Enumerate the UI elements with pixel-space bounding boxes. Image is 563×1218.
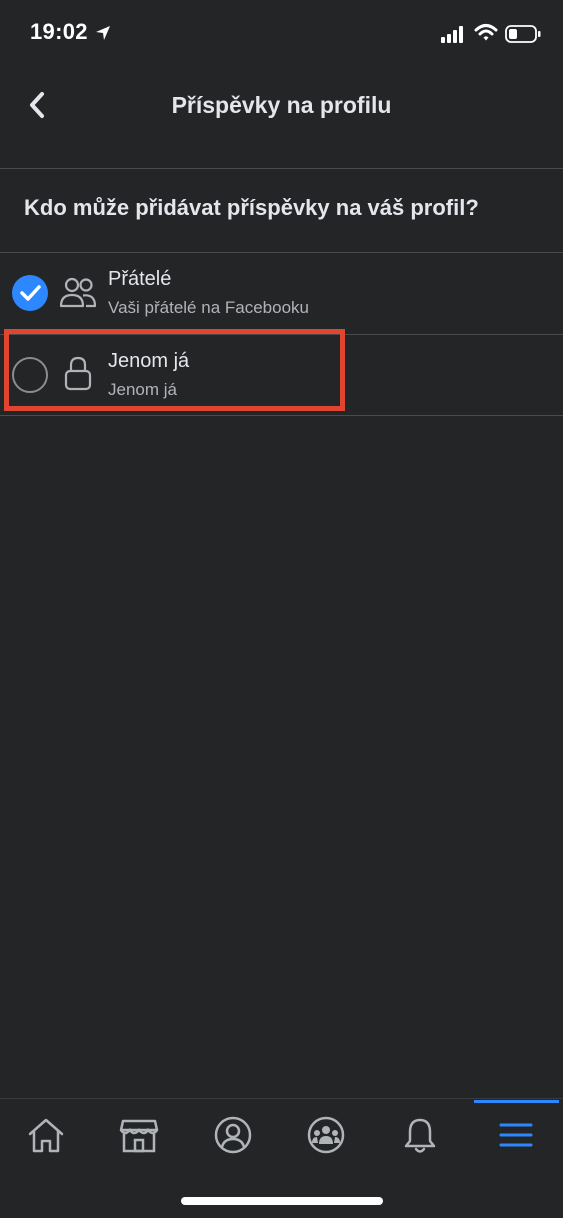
- divider: [0, 168, 563, 169]
- active-tab-indicator: [474, 1100, 559, 1103]
- tab-profile[interactable]: [187, 1099, 280, 1171]
- home-indicator: [181, 1197, 383, 1205]
- highlight-box: [4, 329, 345, 411]
- friends-icon: [59, 277, 97, 308]
- status-time: 19:02: [30, 19, 88, 44]
- profile-icon: [214, 1116, 252, 1154]
- marketplace-icon: [119, 1119, 159, 1153]
- radio-checked[interactable]: [12, 275, 48, 311]
- groups-icon: [307, 1116, 345, 1154]
- tab-home[interactable]: [0, 1099, 93, 1171]
- option-friends[interactable]: Přátelé Vaši přátelé na Facebooku: [0, 253, 563, 333]
- status-bar: 19:02: [0, 0, 563, 70]
- option-title: Přátelé: [108, 268, 172, 290]
- tab-marketplace[interactable]: [93, 1099, 186, 1171]
- checkmark-icon: [20, 285, 41, 301]
- tab-menu[interactable]: [470, 1099, 563, 1171]
- tab-groups[interactable]: [280, 1099, 373, 1171]
- location-arrow-icon: [96, 26, 110, 40]
- cellular-signal-icon: [441, 26, 463, 43]
- bell-icon: [404, 1118, 436, 1153]
- option-subtitle: Vaši přátelé na Facebooku: [108, 298, 309, 317]
- home-icon: [28, 1118, 64, 1153]
- wifi-icon: [474, 24, 498, 41]
- question-heading: Kdo může přidávat příspěvky na váš profi…: [24, 195, 479, 220]
- battery-icon: [505, 25, 541, 43]
- screen: 19:02 Příspěvky na profilu Kdo může přid…: [0, 0, 563, 1218]
- page-title: Příspěvky na profilu: [171, 92, 392, 118]
- menu-icon: [499, 1123, 533, 1147]
- divider: [0, 415, 563, 416]
- nav-bar: Příspěvky na profilu: [0, 70, 563, 140]
- tab-notifications[interactable]: [374, 1099, 467, 1171]
